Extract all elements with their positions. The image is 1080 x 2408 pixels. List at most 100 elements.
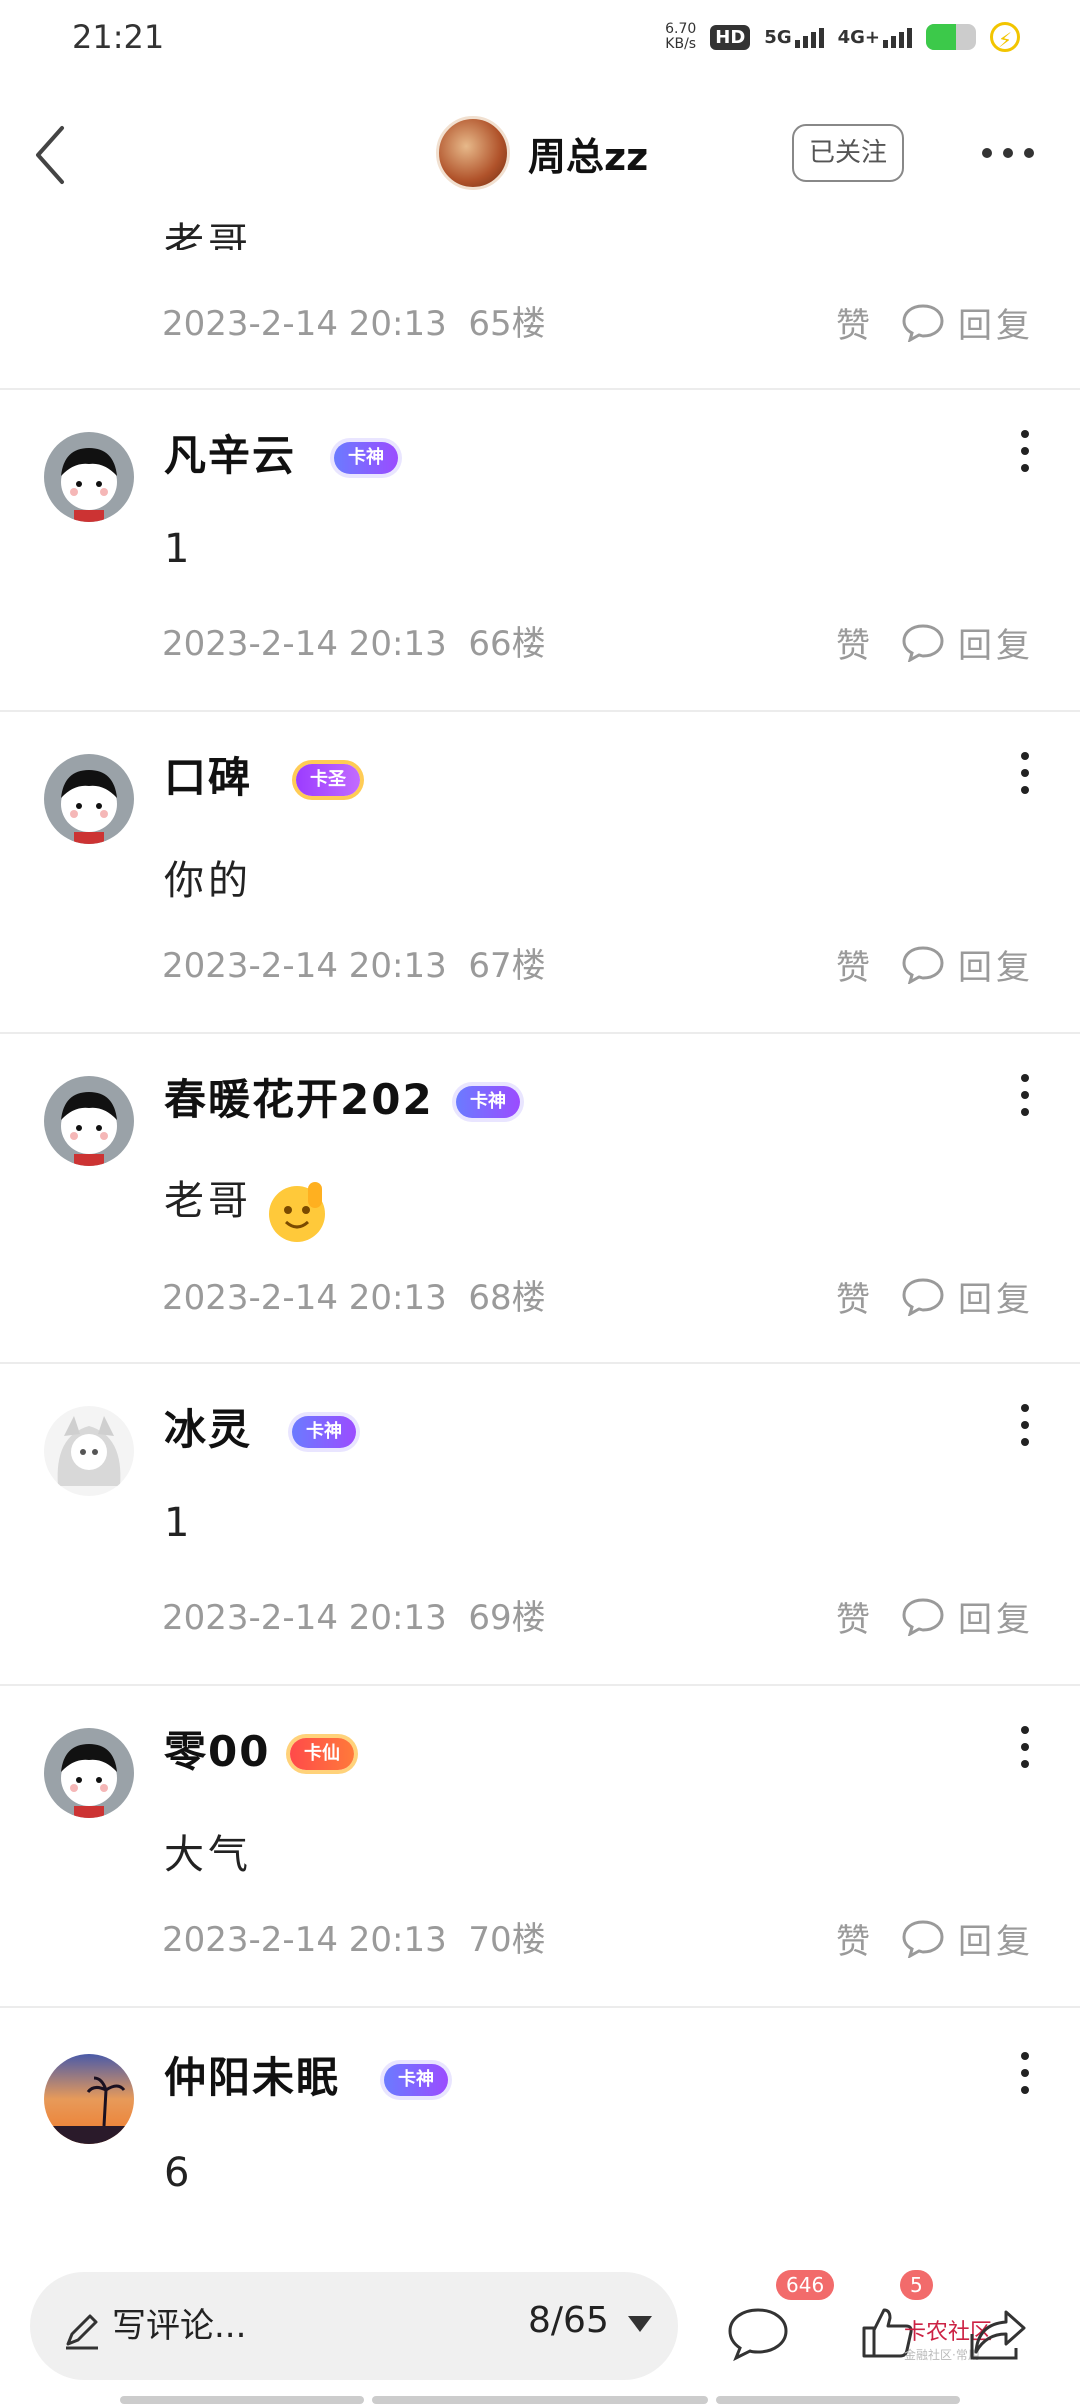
comment-text: 老哥	[164, 1178, 252, 1224]
gesture-bar-right	[716, 2396, 960, 2404]
comment-floor: 67楼	[468, 946, 546, 986]
reply-button[interactable]: 回复	[958, 1914, 1034, 1963]
comment-meta: 2023-2-14 20:13 70楼	[162, 1912, 546, 1961]
user-level-badge: 卡神	[292, 1416, 356, 1448]
reply-button[interactable]: 回复	[958, 298, 1034, 347]
gesture-bar-center	[372, 2396, 708, 2404]
comment-content: 1	[164, 526, 194, 572]
battery-icon	[926, 24, 976, 50]
comment-floor: 69楼	[468, 1598, 546, 1638]
user-avatar[interactable]	[44, 432, 134, 522]
comment-item: 冰灵 卡神 1 2023-2-14 20:13 69楼 赞 回复	[0, 1364, 1080, 1686]
comment-meta: 2023-2-14 20:13 65楼	[162, 296, 546, 345]
comment-floor: 70楼	[468, 1920, 546, 1960]
write-comment-placeholder[interactable]: 写评论...	[112, 2298, 246, 2347]
user-level-badge: 卡神	[334, 442, 398, 474]
share-icon[interactable]	[966, 2304, 1030, 2362]
comment-timestamp: 2023-2-14 20:13	[162, 1278, 447, 1318]
reply-bubble-icon[interactable]	[900, 302, 946, 342]
more-options-icon[interactable]	[1018, 430, 1032, 476]
network-speed-value: 6.70	[665, 21, 697, 37]
reply-button[interactable]: 回复	[958, 1272, 1034, 1321]
user-name[interactable]: 零00	[164, 1718, 270, 1779]
top-nav-bar: 周总zz 已关注	[0, 90, 1080, 220]
user-avatar[interactable]	[44, 1406, 134, 1496]
follow-button[interactable]: 已关注	[792, 124, 904, 182]
reply-bubble-icon[interactable]	[900, 622, 946, 662]
comment-floor: 68楼	[468, 1278, 546, 1318]
more-options-icon[interactable]	[1018, 1074, 1032, 1120]
comment-floor: 66楼	[468, 624, 546, 664]
user-name[interactable]: 凡辛云	[164, 422, 296, 483]
comment-content: 你的	[164, 858, 252, 904]
comment-item: 春暖花开202 卡神 老哥 2023-2-14 20:13 68楼 赞 回复	[0, 1034, 1080, 1364]
comment-content: 6	[164, 2150, 194, 2196]
back-arrow-icon[interactable]	[30, 120, 90, 190]
reply-bubble-icon[interactable]	[900, 1918, 946, 1958]
comment-floor: 65楼	[468, 304, 546, 344]
like-button[interactable]: 赞	[836, 298, 870, 347]
emoji-thumbs-icon	[269, 1182, 325, 1242]
reply-button[interactable]: 回复	[958, 618, 1034, 667]
user-level-badge: 卡神	[456, 1086, 520, 1118]
caret-down-icon[interactable]	[628, 2316, 652, 2332]
reply-button[interactable]: 回复	[958, 940, 1034, 989]
status-icons: 6.70 KB/s HD 5G 4G+ ⚡	[665, 22, 1020, 52]
comment-meta: 2023-2-14 20:13 68楼	[162, 1270, 546, 1319]
comment-item: 仲阳未眠 卡神 6	[0, 2008, 1080, 2246]
network-speed-unit: KB/s	[665, 36, 697, 52]
reply-button[interactable]: 回复	[958, 1592, 1034, 1641]
comment-content: 老哥	[164, 1168, 252, 1226]
signal-4g-label: 4G+	[837, 26, 880, 48]
reply-bubble-icon[interactable]	[900, 1276, 946, 1316]
comment-timestamp: 2023-2-14 20:13	[162, 1598, 447, 1638]
comment-content: 大气	[164, 1832, 252, 1878]
comment-timestamp: 2023-2-14 20:13	[162, 304, 447, 344]
user-name[interactable]: 口碑	[164, 744, 252, 805]
author-name[interactable]: 周总zz	[528, 126, 648, 181]
more-options-icon[interactable]	[1018, 2052, 1032, 2098]
more-options-icon[interactable]	[1018, 752, 1032, 798]
signal-icon-4g: 4G+	[838, 27, 912, 48]
network-speed: 6.70 KB/s	[665, 22, 696, 52]
like-button[interactable]: 赞	[836, 1592, 870, 1641]
user-avatar[interactable]	[44, 754, 134, 844]
more-options-icon[interactable]	[1018, 1404, 1032, 1450]
comment-meta: 2023-2-14 20:13 67楼	[162, 938, 546, 987]
user-level-badge: 卡仙	[290, 1738, 354, 1770]
comment-content: 老哥	[164, 220, 252, 250]
gesture-bar-left	[120, 2396, 364, 2404]
more-icon[interactable]	[980, 146, 1036, 160]
like-count-badge: 5	[900, 2270, 933, 2300]
comment-item: 口碑 卡圣 你的 2023-2-14 20:13 67楼 赞 回复	[0, 712, 1080, 1034]
comment-item: 凡辛云 卡神 1 2023-2-14 20:13 66楼 赞 回复	[0, 390, 1080, 712]
charging-icon: ⚡	[990, 22, 1020, 52]
user-name[interactable]: 仲阳未眠	[164, 2044, 340, 2105]
user-name[interactable]: 春暖花开202	[164, 1066, 434, 1127]
comment-timestamp: 2023-2-14 20:13	[162, 946, 447, 986]
comment-item: 老哥 2023-2-14 20:13 65楼 赞 回复	[0, 210, 1080, 390]
status-bar: 21:21 6.70 KB/s HD 5G 4G+ ⚡	[0, 0, 1080, 80]
comment-content: 1	[164, 1500, 194, 1546]
like-button[interactable]: 赞	[836, 940, 870, 989]
reply-bubble-icon[interactable]	[900, 944, 946, 984]
comment-meta: 2023-2-14 20:13 69楼	[162, 1590, 546, 1639]
more-options-icon[interactable]	[1018, 1726, 1032, 1772]
comment-bubble-icon[interactable]	[726, 2306, 790, 2362]
like-button[interactable]: 赞	[836, 1272, 870, 1321]
status-time: 21:21	[72, 18, 165, 56]
like-button[interactable]: 赞	[836, 1914, 870, 1963]
reply-bubble-icon[interactable]	[900, 1596, 946, 1636]
user-level-badge: 卡神	[384, 2064, 448, 2096]
author-avatar[interactable]	[436, 116, 510, 190]
hd-icon: HD	[710, 24, 751, 50]
user-avatar[interactable]	[44, 1728, 134, 1818]
signal-icon-5g: 5G	[764, 26, 824, 48]
user-name[interactable]: 冰灵	[164, 1396, 252, 1457]
user-avatar[interactable]	[44, 1076, 134, 1166]
user-avatar[interactable]	[44, 2054, 134, 2144]
page-indicator[interactable]: 8/65	[528, 2300, 609, 2341]
user-level-badge: 卡圣	[296, 764, 360, 796]
like-button[interactable]: 赞	[836, 618, 870, 667]
signal-5g-label: 5G	[764, 26, 792, 48]
